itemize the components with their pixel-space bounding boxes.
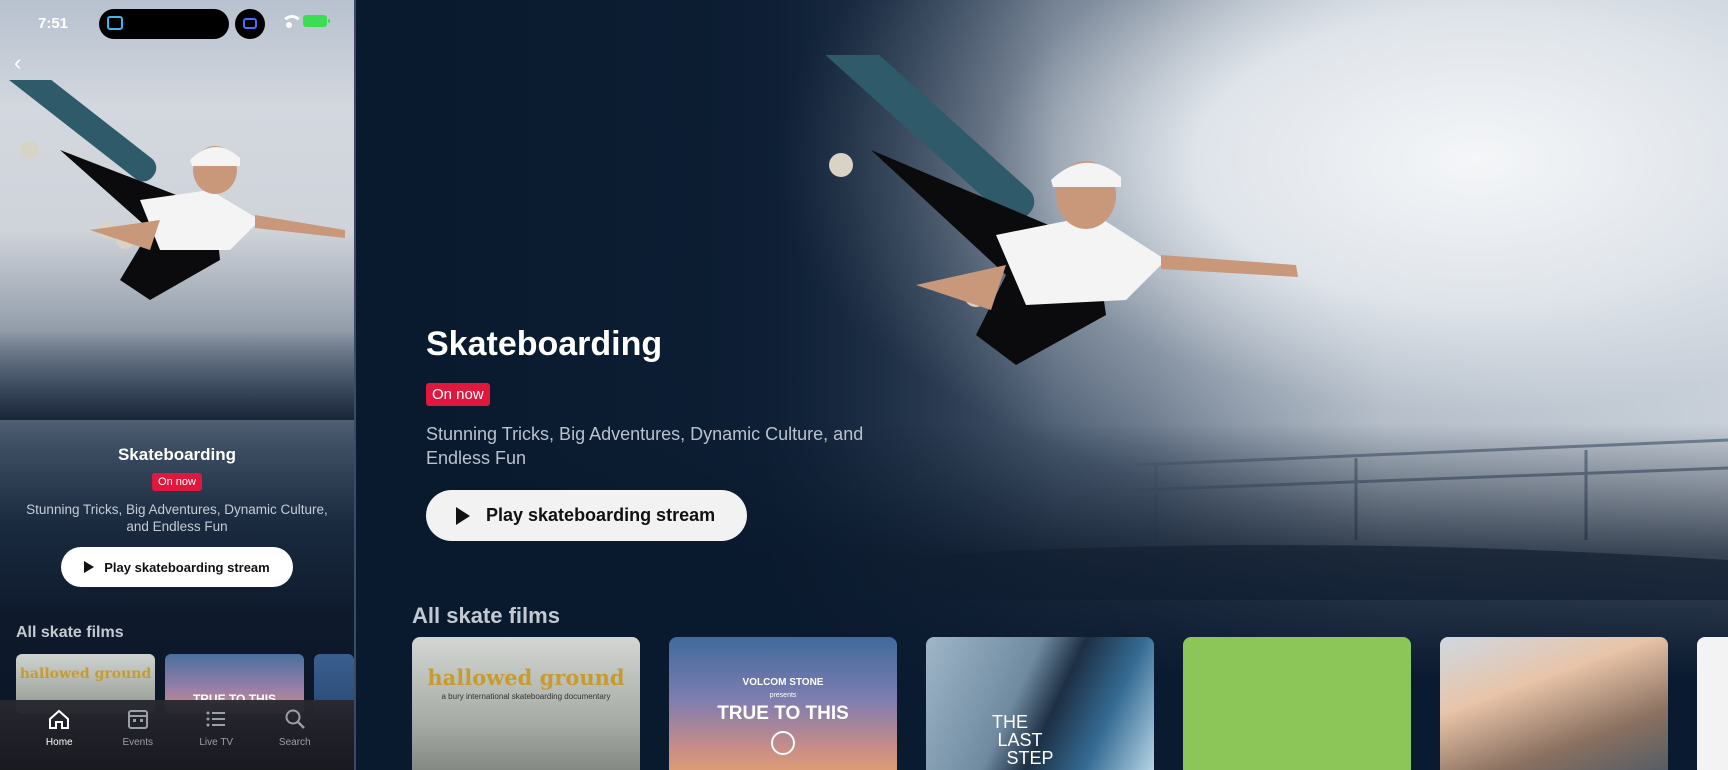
film-card[interactable] — [1440, 637, 1668, 770]
film-row: hallowed ground a bury international ska… — [412, 637, 1728, 770]
tab-label: Live TV — [199, 737, 234, 748]
list-icon — [206, 711, 226, 727]
film-card[interactable] — [1183, 637, 1411, 770]
tab-bar: Home Events Live TV Search — [0, 700, 354, 770]
city-skyline-backdrop — [0, 330, 354, 420]
play-stream-button[interactable]: Play skateboarding stream — [61, 547, 293, 587]
play-stream-label: Play skateboarding stream — [104, 559, 270, 575]
hero-description: Stunning Tricks, Big Adventures, Dynamic… — [26, 502, 328, 534]
search-icon — [285, 709, 305, 729]
film-card[interactable]: VOLCOM STONE presents TRUE TO THIS — [669, 637, 897, 770]
tab-label: Events — [122, 737, 154, 748]
tab-events[interactable]: Events — [108, 708, 168, 770]
on-now-badge: On now — [426, 383, 490, 406]
tab-live-tv[interactable]: Live TV — [186, 708, 246, 770]
hero-info: Skateboarding On now Stunning Tricks, Bi… — [0, 445, 354, 587]
film-card-presents: presents — [769, 692, 797, 699]
dynamic-island — [99, 9, 229, 39]
hero-skater-image — [0, 80, 345, 300]
home-icon — [49, 709, 70, 729]
film-card-title: TRUE TO THIS — [717, 703, 849, 724]
on-now-badge: On now — [152, 473, 202, 491]
film-card-brand: VOLCOM STONE — [742, 677, 824, 688]
back-chevron-icon[interactable]: ‹ — [14, 52, 21, 74]
status-icons — [281, 15, 330, 28]
play-stream-label: Play skateboarding stream — [486, 505, 716, 525]
film-card-subtitle: a bury international skateboarding docum… — [441, 692, 611, 701]
status-bar: 7:51 — [0, 0, 354, 46]
film-card-title-line: STEP — [1006, 748, 1054, 768]
play-icon — [84, 561, 95, 573]
film-card[interactable]: THE LAST STEP — [926, 637, 1154, 770]
film-card[interactable] — [1697, 637, 1728, 770]
hero-description: Stunning Tricks, Big Adventures, Dynamic… — [426, 424, 864, 468]
tab-label: Home — [45, 737, 73, 748]
volcom-logo-icon — [771, 731, 795, 755]
tab-label: Search — [278, 737, 311, 748]
screen-mirroring-icon — [235, 9, 265, 39]
hero-title: Skateboarding — [426, 325, 663, 363]
section-title: All skate films — [412, 603, 560, 628]
film-card[interactable]: hallowed ground a bury international ska… — [412, 637, 640, 770]
tab-search[interactable]: Search — [265, 708, 325, 770]
battery-icon — [303, 15, 330, 27]
play-icon — [456, 506, 470, 525]
calendar-icon — [127, 710, 148, 729]
film-thumb-title: hallowed ground — [19, 666, 152, 682]
status-time: 7:51 — [38, 15, 69, 32]
hero-skater-image — [800, 55, 1298, 365]
tab-home[interactable]: Home — [29, 708, 89, 770]
section-title: All skate films — [16, 624, 124, 641]
play-stream-button[interactable]: Play skateboarding stream — [426, 490, 747, 541]
airplay-icon — [107, 16, 123, 30]
hero-title: Skateboarding — [117, 445, 237, 464]
wifi-icon — [281, 15, 303, 28]
film-card-title: hallowed ground — [427, 665, 625, 690]
tv-screen: Skateboarding On now Stunning Tricks, Bi… — [356, 0, 1728, 770]
phone-screen: 7:51 ‹ Skateboarding On now Stunning Tri… — [0, 0, 354, 770]
